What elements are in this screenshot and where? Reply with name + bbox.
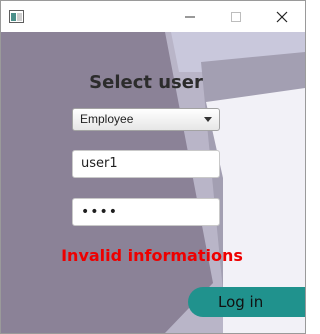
user-role-dropdown[interactable]: Employee (72, 108, 220, 131)
app-window: Select user Employee user1 •••• Invalid … (0, 0, 306, 334)
username-field[interactable]: user1 (72, 150, 220, 178)
login-panel: Select user Employee user1 •••• Invalid … (1, 32, 305, 333)
selected-role: Employee (80, 112, 134, 126)
chevron-down-icon (204, 117, 212, 122)
title-bar[interactable] (1, 1, 305, 32)
page-title: Select user (89, 72, 203, 93)
maximize-icon (231, 11, 241, 22)
minimize-button[interactable] (167, 1, 213, 32)
maximize-button[interactable] (213, 1, 259, 32)
password-field[interactable]: •••• (72, 198, 220, 226)
minimize-icon (185, 16, 195, 17)
close-icon (276, 11, 288, 22)
close-button[interactable] (259, 1, 305, 32)
window-app-icon (9, 10, 24, 23)
error-message: Invalid informations (61, 246, 243, 265)
login-button[interactable]: Log in (188, 287, 305, 317)
